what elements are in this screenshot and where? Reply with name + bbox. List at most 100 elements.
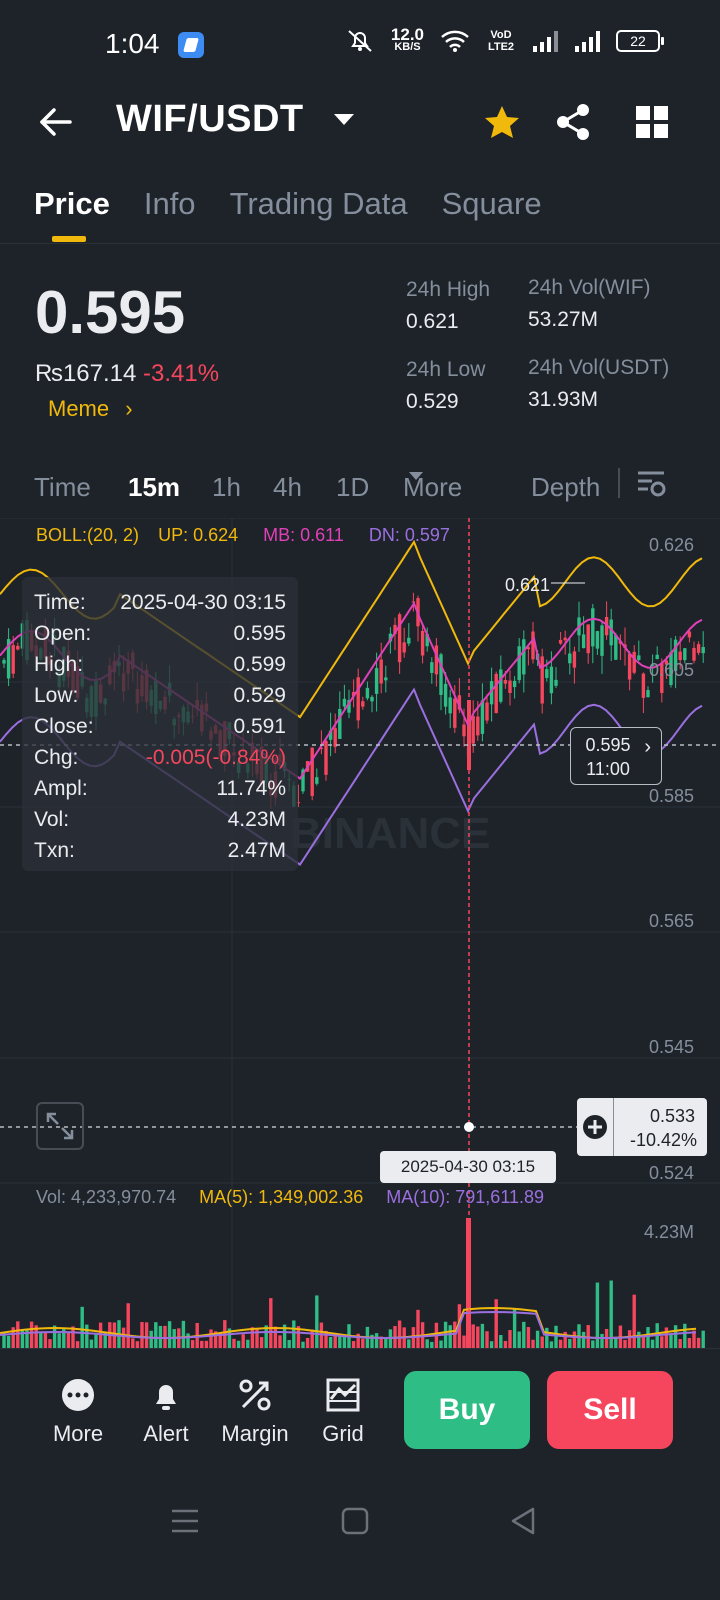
chart-settings-icon[interactable] bbox=[636, 468, 666, 500]
volume-bar bbox=[144, 1322, 149, 1348]
home-icon[interactable] bbox=[340, 1506, 370, 1536]
candle-body bbox=[549, 666, 554, 694]
sell-button[interactable]: Sell bbox=[547, 1371, 673, 1449]
menu-icon[interactable] bbox=[170, 1506, 200, 1536]
interval-4h[interactable]: 4h bbox=[273, 472, 302, 503]
star-icon[interactable] bbox=[482, 102, 522, 142]
chevron-right-icon: › bbox=[644, 736, 651, 758]
candle-body bbox=[531, 631, 535, 660]
volume-bar bbox=[75, 1341, 80, 1348]
candle-body bbox=[558, 639, 563, 644]
volume-bar bbox=[16, 1321, 20, 1348]
candle-body bbox=[646, 690, 650, 698]
candle-body bbox=[11, 645, 15, 674]
volume-bar bbox=[499, 1335, 503, 1348]
volume-bar bbox=[149, 1330, 153, 1348]
more-button[interactable]: More bbox=[33, 1377, 123, 1447]
volume-bar bbox=[517, 1331, 521, 1348]
candle-body bbox=[333, 728, 337, 747]
tag-link[interactable]: Meme › bbox=[48, 396, 133, 422]
interval-1h[interactable]: 1h bbox=[212, 472, 241, 503]
tab-info[interactable]: Info bbox=[144, 186, 196, 222]
last-price-tag[interactable]: 0.595 11:00 › bbox=[570, 727, 662, 785]
bottom-action-bar: More Alert Margin Grid Buy Sell bbox=[0, 1348, 720, 1468]
volume-bar bbox=[508, 1330, 512, 1348]
back-arrow-icon[interactable] bbox=[36, 102, 76, 142]
volume-bar bbox=[581, 1331, 586, 1348]
candle-body bbox=[641, 673, 646, 698]
volume-bar bbox=[425, 1339, 429, 1348]
volume-bar bbox=[269, 1298, 273, 1348]
alert-button[interactable]: Alert bbox=[121, 1377, 211, 1447]
back-icon[interactable] bbox=[508, 1506, 538, 1536]
volume-bar bbox=[614, 1338, 618, 1348]
candle-body bbox=[476, 716, 480, 736]
grid-icon[interactable] bbox=[632, 102, 672, 142]
candle-body bbox=[453, 698, 457, 728]
grid-bot-button[interactable]: Grid bbox=[298, 1377, 388, 1447]
volume-bar bbox=[531, 1339, 535, 1348]
candle-body bbox=[655, 654, 659, 660]
candle-body bbox=[595, 631, 600, 649]
volume-bar bbox=[374, 1333, 379, 1348]
price-axis-label: 0.545 bbox=[648, 1037, 694, 1057]
buy-button[interactable]: Buy bbox=[404, 1371, 530, 1449]
volume-bar bbox=[646, 1327, 650, 1348]
volume-value: Vol: 4,233,970.74 bbox=[36, 1187, 177, 1207]
candle-body bbox=[379, 659, 383, 684]
volume-bar bbox=[85, 1324, 89, 1348]
volume-bar bbox=[549, 1341, 554, 1348]
fiat-price: ₨167.14 bbox=[35, 360, 137, 387]
volume-axis-label: 4.23M bbox=[643, 1222, 694, 1242]
volume-bar bbox=[480, 1323, 485, 1348]
volume-bar bbox=[673, 1325, 678, 1348]
volume-bar bbox=[43, 1332, 48, 1348]
active-tab-indicator bbox=[52, 236, 86, 242]
pair-title[interactable]: WIF/USDT bbox=[116, 98, 304, 141]
candle-body bbox=[503, 680, 508, 684]
interval-time[interactable]: Time bbox=[34, 472, 91, 503]
candle-body bbox=[591, 608, 595, 647]
volume-bar bbox=[572, 1331, 577, 1348]
volume-bar bbox=[407, 1339, 411, 1348]
volume-bar bbox=[416, 1309, 420, 1348]
candle-body bbox=[499, 669, 503, 702]
crosshair-price-tag[interactable]: 0.533 -10.42% bbox=[577, 1098, 707, 1156]
volume-bar bbox=[121, 1327, 126, 1348]
add-order-icon[interactable] bbox=[582, 1114, 608, 1140]
candle-body bbox=[310, 747, 314, 797]
candle-body bbox=[581, 634, 586, 649]
fullscreen-button[interactable] bbox=[36, 1102, 84, 1150]
crosshair-price: 0.533 bbox=[649, 1106, 695, 1126]
volume-bar bbox=[558, 1339, 563, 1348]
volume-bar bbox=[241, 1334, 245, 1348]
candle-body bbox=[480, 700, 485, 734]
margin-button[interactable]: Margin bbox=[210, 1377, 300, 1447]
share-icon[interactable] bbox=[553, 102, 593, 142]
candle-body bbox=[678, 651, 682, 661]
volume-bar bbox=[246, 1339, 250, 1348]
volume-bar bbox=[6, 1335, 11, 1348]
price-axis-label: 0.585 bbox=[648, 786, 694, 806]
caret-down-icon[interactable] bbox=[334, 114, 354, 125]
candle-body bbox=[627, 653, 632, 680]
volume-bar bbox=[328, 1336, 333, 1348]
crosshair-point bbox=[464, 1122, 474, 1132]
interval-15m[interactable]: 15m bbox=[128, 472, 180, 503]
volume-bar bbox=[660, 1336, 664, 1348]
volume-bar bbox=[287, 1339, 291, 1348]
volume-bar bbox=[462, 1335, 466, 1348]
tab-trading-data[interactable]: Trading Data bbox=[230, 186, 408, 222]
tab-square[interactable]: Square bbox=[442, 186, 542, 222]
tab-price[interactable]: Price bbox=[34, 186, 110, 222]
vol-base-value: 53.27M bbox=[528, 308, 599, 331]
volume-bar bbox=[701, 1330, 705, 1348]
volume-bar bbox=[687, 1338, 692, 1348]
volume-bar bbox=[384, 1337, 388, 1348]
candle-tooltip: Time: 2025-04-30 03:15 Open: 0.595 High: 0.… bbox=[22, 577, 298, 871]
volume-bar bbox=[526, 1327, 531, 1348]
page-tabs: Price Info Trading Data Square bbox=[34, 186, 542, 222]
interval-depth[interactable]: Depth bbox=[531, 472, 600, 503]
interval-1d[interactable]: 1D bbox=[336, 472, 369, 503]
volume-bar bbox=[361, 1338, 365, 1348]
